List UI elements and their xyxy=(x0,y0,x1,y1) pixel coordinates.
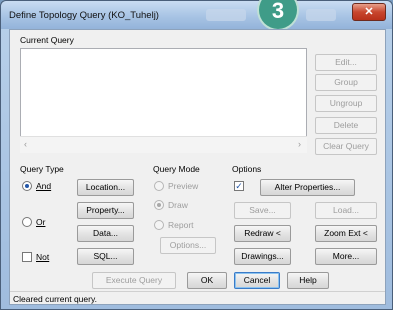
group-button[interactable]: Group xyxy=(315,74,377,91)
delete-button[interactable]: Delete xyxy=(315,117,377,134)
edit-button[interactable]: Edit... xyxy=(315,54,377,71)
property-button[interactable]: Property... xyxy=(77,202,134,219)
define-topology-query-dialog: Define Topology Query (KO_Tuhelj) 3 ✕ Cu… xyxy=(0,0,393,310)
draw-label[interactable]: Draw xyxy=(168,200,188,210)
query-mode-label: Query Mode xyxy=(153,164,200,174)
ok-button[interactable]: OK xyxy=(187,272,227,289)
not-checkbox[interactable] xyxy=(22,252,32,262)
scroll-left-arrow-icon[interactable]: ‹ xyxy=(24,139,27,149)
step-number-badge: 3 xyxy=(259,0,297,29)
drawings-button[interactable]: Drawings... xyxy=(234,248,291,265)
more-button[interactable]: More... xyxy=(315,248,377,265)
query-mode-options-button[interactable]: Options... xyxy=(160,237,216,254)
not-label[interactable]: Not xyxy=(36,252,49,262)
title-bar[interactable]: Define Topology Query (KO_Tuhelj) 3 ✕ xyxy=(1,0,392,29)
execute-query-button[interactable]: Execute Query xyxy=(92,272,176,289)
redraw-button[interactable]: Redraw < xyxy=(234,225,291,242)
or-radio[interactable] xyxy=(22,217,32,227)
status-text: Cleared current query. xyxy=(13,294,97,304)
report-radio[interactable] xyxy=(154,220,164,230)
alter-properties-checkbox[interactable]: ✓ xyxy=(234,181,244,191)
preview-radio[interactable] xyxy=(154,181,164,191)
blurred-titlebar-area-2 xyxy=(306,9,336,21)
window-title: Define Topology Query (KO_Tuhelj) xyxy=(9,10,159,21)
query-type-label: Query Type xyxy=(20,164,64,174)
scroll-right-arrow-icon[interactable]: › xyxy=(298,139,301,149)
ungroup-button[interactable]: Ungroup xyxy=(315,95,377,112)
alter-properties-button[interactable]: Alter Properties... xyxy=(260,179,355,196)
preview-label[interactable]: Preview xyxy=(168,181,198,191)
draw-radio[interactable] xyxy=(154,200,164,210)
help-button[interactable]: Help xyxy=(287,272,329,289)
blurred-titlebar-area xyxy=(206,9,246,21)
sql-button[interactable]: SQL... xyxy=(77,248,134,265)
cancel-button[interactable]: Cancel xyxy=(234,272,280,289)
status-bar: Cleared current query. xyxy=(10,291,385,305)
report-label[interactable]: Report xyxy=(168,220,194,230)
and-label[interactable]: And xyxy=(36,181,51,191)
load-button[interactable]: Load... xyxy=(315,202,377,219)
options-label: Options xyxy=(232,164,262,174)
data-button[interactable]: Data... xyxy=(77,225,134,242)
save-button[interactable]: Save... xyxy=(234,202,291,219)
or-label[interactable]: Or xyxy=(36,217,45,227)
current-query-horizontal-scrollbar[interactable]: ‹ › xyxy=(20,136,307,153)
clear-query-button[interactable]: Clear Query xyxy=(315,138,377,155)
location-button[interactable]: Location... xyxy=(77,179,134,196)
current-query-label: Current Query xyxy=(20,35,74,45)
and-radio[interactable] xyxy=(22,181,32,191)
zoom-extents-button[interactable]: Zoom Ext < xyxy=(315,225,377,242)
dialog-client-area: Current Query ‹ › Edit... Group Ungroup … xyxy=(9,29,386,305)
close-button[interactable]: ✕ xyxy=(352,3,386,21)
